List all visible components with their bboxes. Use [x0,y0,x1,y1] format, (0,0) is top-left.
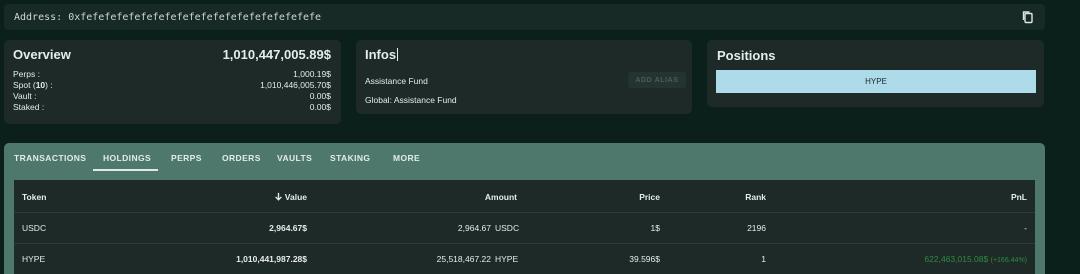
positions-card: Positions HYPE [707,40,1044,107]
overview-row-value: 1,010,446,005.70$ [260,80,331,90]
holdings-panel: Token Value Amount Price Rank PnL USDC 2… [4,171,1045,274]
row-divider [14,243,1035,244]
tab-orders[interactable]: ORDERS [222,153,261,163]
header-token[interactable]: Token [22,192,46,202]
overview-row-spot: Spot (10) : 1,010,446,005.70$ [13,80,331,91]
overview-row-label: Vault : [13,91,37,101]
header-amount[interactable]: Amount [485,192,517,202]
tab-transactions[interactable]: TRANSACTIONS [14,153,86,163]
overview-row-staked: Staked : 0.00$ [13,102,331,113]
address-text: Address: 0xfefefefefefefefefefefefefefef… [14,12,321,23]
overview-row-value: 0.00$ [309,102,331,112]
overview-row-label: Staked : [13,102,45,112]
header-pnl[interactable]: PnL [1011,192,1027,202]
infos-card: Infos Assistance Fund Global: Assistance… [356,40,692,114]
add-alias-button[interactable]: ADD ALIAS [628,72,686,88]
address-bar: Address: 0xfefefefefefefefefefefefefefef… [4,4,1045,30]
tab-more[interactable]: MORE [393,153,420,163]
infos-title: Infos [365,47,399,62]
token-pnl-percent: (+166.44%) [990,257,1027,264]
tab-bar: TRANSACTIONS HOLDINGS PERPS ORDERS VAULT… [4,143,1045,171]
arrow-down-icon [274,192,282,201]
token-value: 1,010,441,987.28$ [236,254,307,264]
text-cursor [397,48,399,61]
token-pnl: 622,463,015.08$ (+166.44%) [924,254,1027,264]
address-label: Address: [14,12,63,23]
infos-global-alias: Global: Assistance Fund [365,95,457,105]
token-amount-unit: USDC [495,223,520,233]
tab-perps[interactable]: PERPS [171,153,202,163]
overview-row-vault: Vault : 0.00$ [13,91,331,102]
address-value: 0xfefefefefefefefefefefefefefefefefefefe… [68,12,322,23]
token-price: 39.596$ [629,254,660,264]
overview-card: Overview 1,010,447,005.89$ Perps : 1,000… [4,40,341,124]
overview-row-perps: Perps : 1,000.19$ [13,69,331,80]
token-name[interactable]: HYPE [22,254,45,264]
copy-icon[interactable] [1021,10,1035,24]
token-rank: 2196 [747,223,766,233]
infos-alias-name: Assistance Fund [365,76,428,86]
positions-title: Positions [717,48,776,63]
overview-row-label: Perps : [13,69,40,79]
holdings-table: Token Value Amount Price Rank PnL USDC 2… [14,180,1035,274]
token-amount: 25,518,467.22 [436,254,491,264]
tab-vaults[interactable]: VAULTS [277,153,312,163]
token-rank: 1 [761,254,766,264]
header-price[interactable]: Price [639,192,660,202]
tab-holdings[interactable]: HOLDINGS [103,153,151,163]
token-pnl: - [1024,223,1027,233]
token-price: 1$ [650,223,660,233]
token-value: 2,964.67$ [269,223,307,233]
header-rank[interactable]: Rank [745,192,766,202]
token-amount-unit: HYPE [495,254,519,264]
token-name[interactable]: USDC [22,223,46,233]
overview-row-label: Spot (10) : [13,80,53,90]
spot-count: 10 [35,80,46,90]
overview-total: 1,010,447,005.89$ [222,47,331,62]
overview-row-value: 1,000.19$ [293,69,331,79]
overview-row-value: 0.00$ [309,91,331,101]
token-amount: 2,964.67 [457,223,491,233]
tab-staking[interactable]: STAKING [330,153,370,163]
header-value[interactable]: Value [274,192,307,202]
position-bar-hype[interactable]: HYPE [716,70,1036,93]
overview-title: Overview [13,47,71,62]
row-divider [14,212,1035,213]
